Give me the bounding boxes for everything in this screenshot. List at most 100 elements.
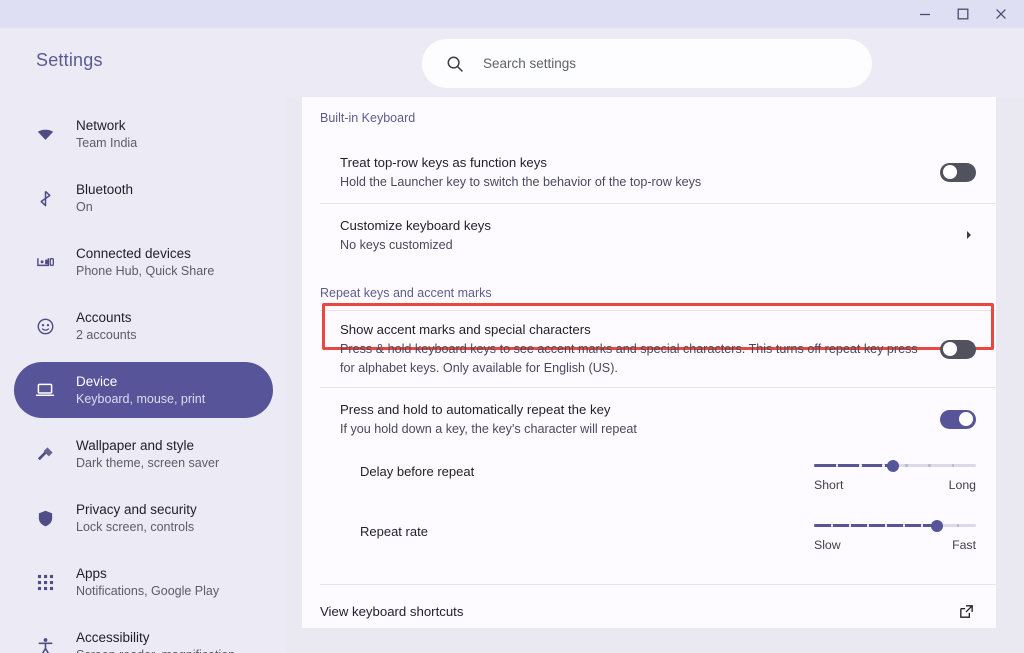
slider-tick <box>866 524 870 527</box>
sidebar-item-sublabel: Notifications, Google Play <box>76 583 220 598</box>
sidebar-item-sublabel: On <box>76 199 93 214</box>
slider-tick <box>920 524 924 527</box>
row-subtitle: If you hold down a key, the key's charac… <box>340 421 637 436</box>
slider-tick <box>956 524 960 527</box>
sidebar-item-label: Bluetooth <box>76 181 134 197</box>
sidebar-item-label: Network <box>76 117 126 133</box>
sidebar-item-label: Privacy and security <box>76 501 197 517</box>
sidebar-item-sublabel: Keyboard, mouse, print <box>76 391 206 406</box>
chevron-right-icon <box>962 229 976 241</box>
row-treat-top-row-keys[interactable]: Treat top-row keys as function keys Hold… <box>302 141 996 203</box>
slider-track[interactable] <box>814 458 976 472</box>
slider-row-delay-before-repeat[interactable]: Delay before repeat Short Long <box>302 450 996 510</box>
slider-min-label: Slow <box>814 538 841 552</box>
wifi-icon <box>32 125 58 144</box>
slider-tick <box>951 464 955 467</box>
sidebar-item-sublabel: Lock screen, controls <box>76 519 195 534</box>
sidebar-item-label: Accounts <box>76 309 132 325</box>
section-heading-repeat-keys: Repeat keys and accent marks <box>320 286 492 300</box>
slider-tick <box>859 464 862 467</box>
toggle-show-accent-marks[interactable] <box>940 339 976 359</box>
settings-card: Built-in Keyboard Treat top-row keys as … <box>302 97 996 628</box>
row-subtitle: No keys customized <box>340 237 453 252</box>
slider-delay-before-repeat[interactable]: Short Long <box>814 450 976 492</box>
slider-thumb[interactable] <box>887 459 900 472</box>
sidebar-item-privacy-and-security[interactable]: Privacy and security Lock screen, contro… <box>14 490 273 546</box>
sidebar-item-apps[interactable]: Apps Notifications, Google Play <box>14 554 273 610</box>
sidebar-item-label: Apps <box>76 565 107 581</box>
sidebar-item-label: Wallpaper and style <box>76 437 195 453</box>
apps-grid-icon <box>32 574 58 591</box>
sidebar-item-label: Device <box>76 373 118 389</box>
sidebar-item-wallpaper-and-style[interactable]: Wallpaper and style Dark theme, screen s… <box>14 426 273 482</box>
accessibility-icon <box>32 637 58 653</box>
sidebar-item-label: Accessibility <box>76 629 150 645</box>
window-title-bar <box>0 0 1024 28</box>
slider-tick <box>884 524 888 527</box>
sidebar-item-sublabel: 2 accounts <box>76 327 137 342</box>
external-link-icon[interactable] <box>958 603 976 620</box>
toggle-knob <box>943 342 957 356</box>
slider-label: Delay before repeat <box>360 464 475 479</box>
sidebar-item-accounts[interactable]: Accounts 2 accounts <box>14 298 273 354</box>
slider-row-repeat-rate[interactable]: Repeat rate Slow Fast <box>302 510 996 570</box>
sidebar-item-bluetooth[interactable]: Bluetooth On <box>14 170 273 226</box>
row-subtitle: Hold the Launcher key to switch the beha… <box>340 174 702 189</box>
slider-endpoints: Short Long <box>814 478 976 492</box>
sidebar-item-device[interactable]: Device Keyboard, mouse, print <box>14 362 273 418</box>
row-title: Press and hold to automatically repeat t… <box>340 401 611 417</box>
search-bar[interactable] <box>422 39 872 88</box>
slider-tick <box>905 464 908 467</box>
slider-tick <box>848 524 852 527</box>
slider-label: Repeat rate <box>360 524 428 539</box>
slider-repeat-rate[interactable]: Slow Fast <box>814 510 976 552</box>
account-icon <box>32 317 58 336</box>
toggle-press-and-hold-repeat[interactable] <box>940 409 976 429</box>
main-content: Built-in Keyboard Treat top-row keys as … <box>287 97 1024 653</box>
sidebar-item-sublabel: Dark theme, screen saver <box>76 455 220 470</box>
slider-track[interactable] <box>814 518 976 532</box>
slider-tick <box>902 524 906 527</box>
slider-max-label: Fast <box>952 538 976 552</box>
row-customize-keyboard-keys[interactable]: Customize keyboard keys No keys customiz… <box>302 204 996 266</box>
row-view-keyboard-shortcuts[interactable]: View keyboard shortcuts <box>302 585 996 628</box>
slider-endpoints: Slow Fast <box>814 538 976 552</box>
toggle-knob <box>943 165 957 179</box>
sidebar-item-sublabel: Screen reader, magnification <box>76 647 235 653</box>
app-title: Settings <box>36 50 103 70</box>
slider-max-label: Long <box>948 478 976 492</box>
connected-devices-icon <box>32 253 58 272</box>
search-input[interactable] <box>483 56 823 71</box>
slider-tick <box>830 524 834 527</box>
laptop-icon <box>32 380 58 400</box>
minimize-button[interactable] <box>906 0 944 28</box>
section-heading-builtin-keyboard: Built-in Keyboard <box>320 111 416 125</box>
row-title: Treat top-row keys as function keys <box>340 154 547 170</box>
row-press-and-hold-repeat[interactable]: Press and hold to automatically repeat t… <box>302 388 996 450</box>
sidebar-item-label: Connected devices <box>76 245 191 261</box>
close-button[interactable] <box>982 0 1020 28</box>
link-label: View keyboard shortcuts <box>320 603 464 619</box>
sidebar-item-sublabel: Phone Hub, Quick Share <box>76 263 215 278</box>
toggle-treat-top-row-keys[interactable] <box>940 162 976 182</box>
search-icon <box>446 55 464 73</box>
sidebar-item-sublabel: Team India <box>76 135 138 150</box>
settings-window: Settings Network Team India <box>0 0 1024 653</box>
row-title: Show accent marks and special characters <box>340 322 591 337</box>
maximize-button[interactable] <box>944 0 982 28</box>
slider-tick <box>928 464 931 467</box>
row-title: Customize keyboard keys <box>340 217 491 233</box>
slider-min-label: Short <box>814 478 844 492</box>
sidebar-item-connected-devices[interactable]: Connected devices Phone Hub, Quick Share <box>14 234 273 290</box>
sidebar-navigation[interactable]: Network Team India Bluetooth On Connecte… <box>0 97 287 653</box>
slider-tick <box>882 464 885 467</box>
sidebar-item-network[interactable]: Network Team India <box>14 106 273 162</box>
row-subtitle: Press & hold keyboard keys to see accent… <box>340 342 918 375</box>
row-show-accent-marks[interactable]: Show accent marks and special characters… <box>302 311 996 387</box>
toggle-knob <box>959 412 973 426</box>
settings-body: Network Team India Bluetooth On Connecte… <box>0 97 1024 653</box>
slider-thumb[interactable] <box>931 519 944 532</box>
bluetooth-icon <box>32 189 58 208</box>
sidebar-item-accessibility[interactable]: Accessibility Screen reader, magnificati… <box>14 618 273 653</box>
brush-icon <box>32 445 58 464</box>
